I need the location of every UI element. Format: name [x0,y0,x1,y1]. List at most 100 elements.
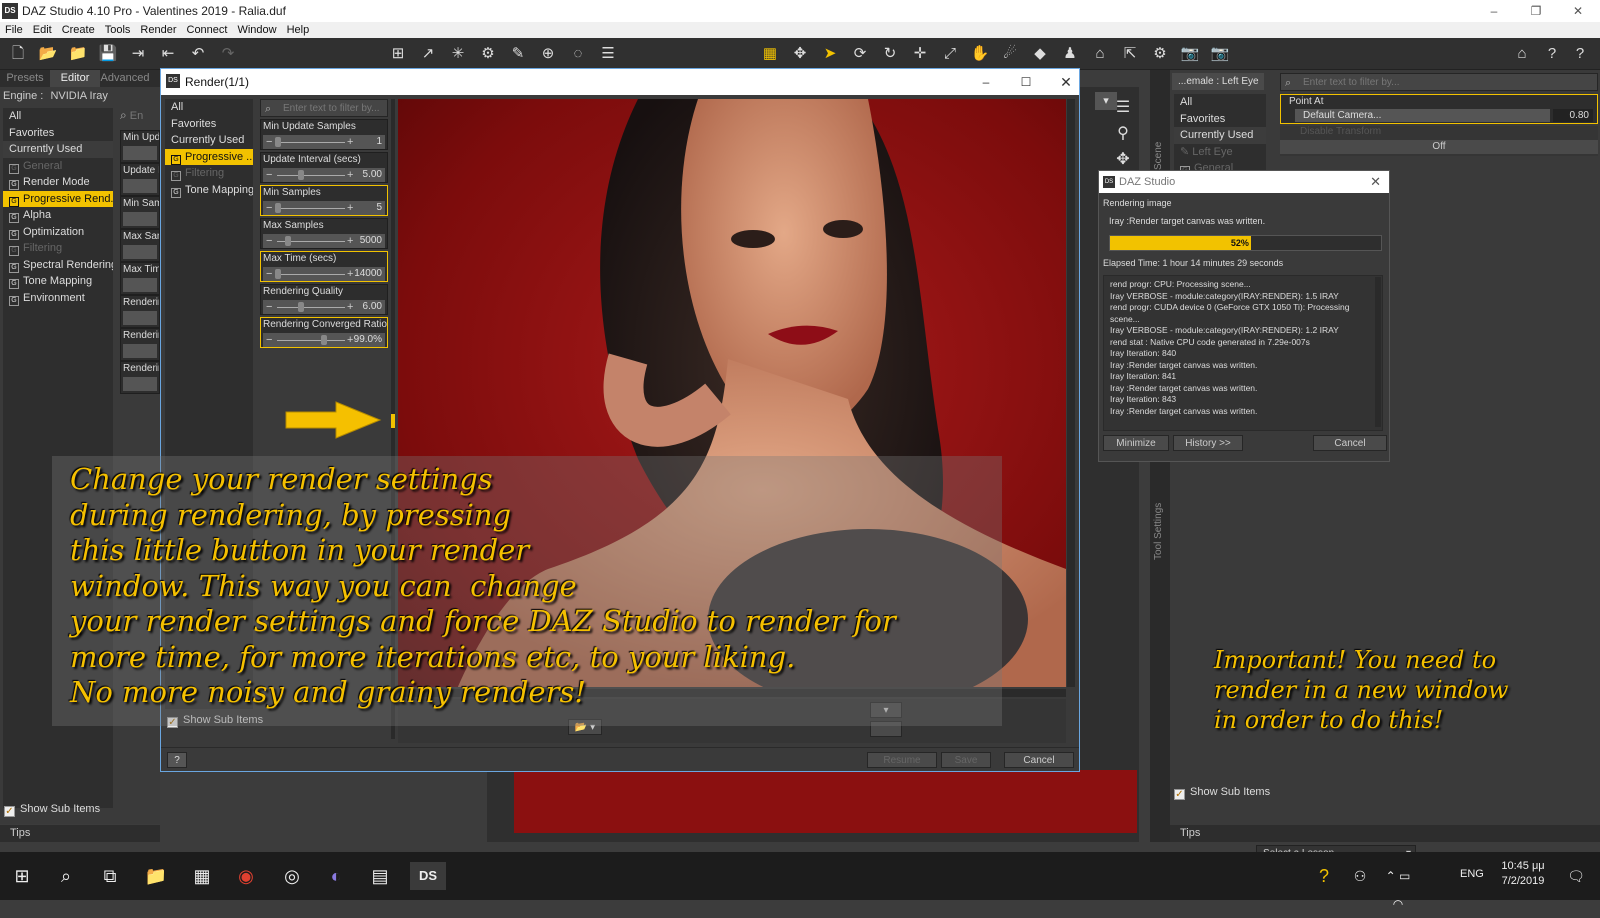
group-progressive[interactable]: G Progressive ... [165,148,253,165]
app-icon[interactable]: ▤ [366,862,394,890]
group-alpha[interactable]: G Alpha [3,207,113,224]
render-search-input[interactable]: ⌕ Enter text to filter by... [260,99,388,117]
slider-knob[interactable] [298,170,305,180]
slider-knob[interactable] [321,335,328,345]
render-property-slider[interactable]: − +5.00 [263,168,385,182]
render-property-value[interactable]: 99.0% [354,333,382,347]
translate-tool-icon[interactable]: ✛ [910,44,930,64]
render-settings-icon[interactable]: ⚙ [1150,44,1170,64]
chrome-icon[interactable]: ◉ [232,862,260,890]
group-currently-used[interactable]: Currently Used [3,141,113,158]
tab-editor[interactable]: Editor [50,70,100,87]
app-icon[interactable]: ◐ [322,862,350,890]
render-property-slider[interactable]: − +6.00 [263,300,385,314]
disable-transform-toggle[interactable]: Off [1280,140,1598,154]
slider-knob[interactable] [275,137,281,147]
geometry-editor-icon[interactable]: ⚙ [478,44,498,64]
point-at-property[interactable]: Point At Default Camera... 0.80 [1280,94,1598,124]
group-favorites[interactable]: Favorites [165,116,253,133]
surface-selection-icon[interactable]: ✎ [508,44,528,64]
menu-file[interactable]: File [0,22,28,38]
menu-window[interactable]: Window [232,22,281,38]
render-property[interactable]: Max Time (secs) − +14000 [260,251,388,282]
notifications-icon[interactable]: 🗨 [1562,862,1590,890]
group-currently-used[interactable]: Currently Used [1174,127,1266,144]
minimize-icon[interactable]: – [971,69,1001,95]
render-property-value[interactable]: 14000 [354,267,382,281]
tab-presets[interactable]: Presets [0,70,50,87]
left-prop[interactable]: Update I [120,163,160,196]
minimize-window-button[interactable]: – [1480,0,1508,22]
decrement-icon[interactable]: − [266,300,272,314]
image-viewer-icon[interactable]: ◎ [278,862,306,890]
pose-tool-icon[interactable]: ✋ [970,44,990,64]
close-window-button[interactable]: ✕ [1564,0,1592,22]
rotate-tool-icon[interactable]: ⟳ [850,44,870,64]
camera-tool-icon[interactable]: ⌂ [1090,44,1110,64]
point-at-select[interactable]: Default Camera... [1295,109,1550,122]
group-tone-mapping[interactable]: G Tone Mapping [165,182,253,199]
group-favorites[interactable]: Favorites [1174,111,1266,128]
left-search-field[interactable]: ⌕ En [120,108,160,128]
render-property-slider[interactable]: − +5 [263,201,385,215]
help-tray-icon[interactable]: ? [1310,862,1338,890]
undo-icon[interactable]: ↶ [188,44,208,64]
figure-tool-icon[interactable]: ♟ [1060,44,1080,64]
render-property[interactable]: Update Interval (secs) − +5.00 [260,152,388,183]
disable-transform-property[interactable]: Disable Transform Off [1280,126,1598,156]
group-favorites[interactable]: Favorites [3,125,113,142]
node-selector[interactable]: ...emale : Left Eye ▾ [1172,73,1264,104]
left-prop[interactable]: Min Upda [120,130,160,163]
redo-icon[interactable]: ↷ [218,44,238,64]
help-icon[interactable]: ? [167,752,187,768]
twist-tool-icon[interactable]: ↻ [880,44,900,64]
decrement-icon[interactable]: − [266,135,272,149]
decrement-icon[interactable]: − [266,234,272,248]
toggle-settings-pane-button[interactable] [391,414,395,428]
point-at-value[interactable]: 0.80 [1553,109,1593,122]
export-icon[interactable]: ⇤ [158,44,178,64]
progress-cancel-button[interactable]: Cancel [1313,435,1387,451]
windows-start-icon[interactable]: ⊞ [8,862,36,890]
minimize-button[interactable]: Minimize [1103,435,1169,451]
universal-tool-icon[interactable]: ▦ [760,44,780,64]
group-currently-used[interactable]: Currently Used [165,132,253,149]
render-property-slider[interactable]: − +5000 [263,234,385,248]
increment-icon[interactable]: + [347,333,353,347]
file-explorer-icon[interactable]: 📁 [142,862,170,890]
group-all[interactable]: All [165,99,253,116]
language-indicator[interactable]: ENG [1460,868,1484,880]
render-property-value[interactable]: 1 [376,135,382,149]
slider-knob[interactable] [275,203,281,213]
spot-render-icon[interactable]: ⇱ [1120,44,1140,64]
save-button[interactable]: Save [941,752,991,768]
whats-this-icon[interactable]: ? [1542,44,1562,64]
group-tone-mapping[interactable]: G Tone Mapping [3,273,113,290]
close-icon[interactable]: ✕ [1370,171,1381,193]
side-tab-scene[interactable]: Scene [1153,110,1164,170]
right-tips-tab[interactable]: Tips [1170,825,1600,842]
group-left-eye[interactable]: ✎ Left Eye [1174,144,1266,161]
left-prop[interactable]: Renderin [120,361,160,394]
render-property-slider[interactable]: − +14000 [263,267,385,281]
group-general[interactable]: GGeneral [3,158,113,175]
group-filtering[interactable]: G Filtering [165,165,253,182]
render-property-value[interactable]: 5.00 [363,168,382,182]
slider-knob[interactable] [284,236,291,246]
menu-connect[interactable]: Connect [182,22,233,38]
save-icon[interactable]: 💾 [98,44,118,64]
menu-help[interactable]: Help [282,22,315,38]
render-property[interactable]: Max Samples − +5000 [260,218,388,249]
menu-create[interactable]: Create [57,22,100,38]
active-pose-icon[interactable]: ☄ [1000,44,1020,64]
group-render-mode[interactable]: G Render Mode [3,174,113,191]
viewport-nav-controls[interactable]: ☰ ⚲ ✥ [1112,95,1134,175]
render-property[interactable]: Rendering Quality − +6.00 [260,284,388,315]
side-tab-tool-settings[interactable]: Tool Settings [1153,470,1164,560]
render-property-value[interactable]: 5 [376,201,382,215]
render-property[interactable]: Min Samples − +5 [260,185,388,216]
render-property-value[interactable]: 5000 [360,234,382,248]
daz-studio-taskbar-icon[interactable]: DS [410,862,446,890]
resume-button[interactable]: Resume [867,752,937,768]
cancel-button[interactable]: Cancel [1004,752,1074,768]
